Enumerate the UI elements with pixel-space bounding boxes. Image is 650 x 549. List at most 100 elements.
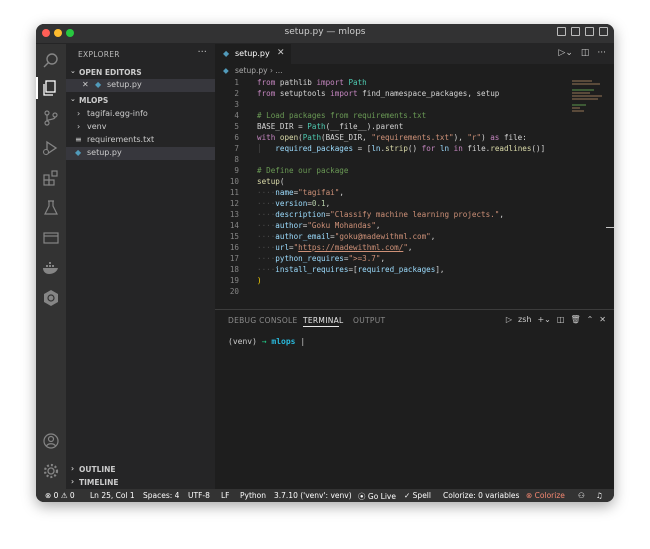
- code-line: 19 ): [229, 276, 262, 285]
- remote-explorer-icon[interactable]: [42, 229, 60, 247]
- window-title: setup.py — mlops: [284, 27, 366, 37]
- python-interpreter[interactable]: 3.7.10 ('venv': venv): [274, 491, 352, 500]
- colorize-variables[interactable]: Colorize: 0 variables: [443, 491, 519, 500]
- code-line: 2 from setuptools import find_namespace_…: [234, 89, 500, 98]
- maximize-panel-icon[interactable]: ⌃: [587, 315, 594, 324]
- code-line: 16 ····url="https://madewithml.com/",: [229, 243, 413, 252]
- code-line: 18 ····install_requires=[required_packag…: [229, 265, 445, 274]
- close-editor-icon[interactable]: ✕: [82, 80, 89, 89]
- close-tab-icon[interactable]: ✕: [277, 48, 285, 58]
- timeline-section[interactable]: › TIMELINE: [66, 476, 215, 489]
- run-debug-icon[interactable]: [42, 139, 60, 157]
- toggle-panel-icon[interactable]: [571, 27, 580, 36]
- text-file-icon: ≡: [75, 135, 82, 144]
- toggle-secondary-sidebar-icon[interactable]: [585, 27, 594, 36]
- code-line: 5 BASE_DIR = Path(__file__).parent: [234, 122, 404, 131]
- terminal-shell-icon[interactable]: ▷: [506, 315, 512, 324]
- code-line: 1 from pathlib import Path: [234, 78, 367, 87]
- code-line: 12 ····version=0.1,: [229, 199, 331, 208]
- problems-indicator[interactable]: ⊗ 0 ⚠ 0: [45, 491, 75, 500]
- tree-item-venv[interactable]: › venv: [66, 121, 215, 134]
- docker-icon[interactable]: [42, 259, 60, 277]
- more-actions-icon[interactable]: ···: [597, 48, 606, 58]
- spell-checker[interactable]: ✓ Spell: [404, 491, 431, 500]
- tree-item-requirements[interactable]: ≡ requirements.txt: [66, 134, 215, 147]
- terminal-shell-name[interactable]: zsh: [518, 315, 531, 324]
- prompt-arrow: →: [261, 337, 267, 346]
- editor-actions: ▷⌄ ◫ ···: [558, 48, 606, 58]
- tree-item-tagifai-egg-info[interactable]: › tagifai.egg-info: [66, 108, 215, 121]
- notifications-bell-icon[interactable]: ♫: [596, 491, 603, 500]
- trash-icon[interactable]: 🗑: [570, 315, 580, 324]
- feedback-icon[interactable]: ⚇: [578, 491, 585, 500]
- close-panel-icon[interactable]: ✕: [599, 315, 606, 324]
- new-terminal-icon[interactable]: +⌄: [537, 315, 550, 324]
- scrollbar-cursor-marker: [606, 227, 614, 228]
- code-line: 4 # Load packages from requirements.txt: [234, 111, 427, 120]
- editor-tab-bar: ◆ setup.py ✕ ▷⌄ ◫ ···: [215, 44, 614, 64]
- customize-layout-icon[interactable]: [599, 27, 608, 36]
- chevron-right-icon: ›: [71, 464, 75, 473]
- open-editors-section[interactable]: ⌄ OPEN EDITORS: [66, 66, 215, 79]
- code-line: 14 ····author="Goku Mohandas",: [229, 221, 381, 230]
- extensions-icon[interactable]: [42, 169, 60, 187]
- broadcast-icon: ⦿: [358, 492, 368, 501]
- code-editor[interactable]: 1 from pathlib import Path 2 from setupt…: [215, 78, 614, 309]
- chevron-down-icon: ⌄: [70, 67, 76, 75]
- split-editor-icon[interactable]: ◫: [581, 48, 590, 58]
- panel-actions: ▷ zsh +⌄ ◫ 🗑 ⌃ ✕: [506, 315, 606, 324]
- code-line: 3: [234, 100, 239, 109]
- manage-gear-icon[interactable]: [42, 462, 60, 480]
- code-line: 9 # Define our package: [234, 166, 349, 175]
- line-endings[interactable]: LF: [221, 491, 230, 500]
- split-terminal-icon[interactable]: ◫: [557, 315, 565, 324]
- layout-controls: [557, 27, 608, 36]
- outline-section[interactable]: › OUTLINE: [66, 463, 215, 476]
- code-line: 11 ····name="tagifai",: [229, 188, 344, 197]
- tab-setup-py[interactable]: ◆ setup.py ✕: [215, 44, 291, 64]
- terminal-cursor: |: [300, 337, 306, 346]
- code-line: 17 ····python_requires=">=3.7",: [229, 254, 386, 263]
- code-line: 15 ····author_email="goku@madewithml.com…: [229, 232, 436, 241]
- mlops-folder-section[interactable]: ⌄ MLOPS: [66, 94, 215, 107]
- cursor-position[interactable]: Ln 25, Col 1: [90, 491, 135, 500]
- testing-flask-icon[interactable]: [42, 199, 60, 217]
- python-file-icon: ◆: [223, 49, 230, 58]
- indentation[interactable]: Spaces: 4: [143, 491, 179, 500]
- language-mode[interactable]: Python: [240, 491, 266, 500]
- tab-output[interactable]: OUTPUT: [353, 316, 385, 325]
- code-line: 10 setup(: [229, 177, 285, 186]
- tab-debug-console[interactable]: DEBUG CONSOLE: [228, 316, 298, 325]
- python-file-icon: ◆: [75, 148, 82, 157]
- go-live-button[interactable]: ⦿ Go Live: [358, 491, 396, 502]
- breadcrumb[interactable]: ◆ setup.py › ...: [215, 64, 614, 78]
- accounts-icon[interactable]: [42, 432, 60, 450]
- tree-item-setup-py[interactable]: ◆ setup.py: [66, 147, 215, 160]
- status-bar: ⊗ 0 ⚠ 0 Ln 25, Col 1 Spaces: 4 UTF-8 LF …: [36, 489, 614, 502]
- tab-terminal[interactable]: TERMINAL: [303, 316, 344, 325]
- bottom-panel: DEBUG CONSOLE TERMINAL OUTPUT ▷ zsh +⌄ ◫…: [215, 309, 614, 490]
- code-line: 8: [234, 155, 239, 164]
- search-icon[interactable]: [42, 52, 60, 70]
- url-link[interactable]: https://madewithml.com/: [298, 243, 403, 252]
- explorer-sidebar: EXPLORER ··· ⌄ OPEN EDITORS ✕ ◆ setup.py…: [66, 44, 215, 489]
- source-control-icon[interactable]: [42, 109, 60, 127]
- explorer-more-actions[interactable]: ···: [197, 47, 207, 58]
- chevron-right-icon: ›: [71, 477, 75, 486]
- explorer-files-icon[interactable]: [42, 79, 60, 97]
- python-file-icon: ◆: [95, 80, 102, 89]
- code-line: 20: [229, 287, 239, 296]
- toggle-sidebar-icon[interactable]: [557, 27, 566, 36]
- terminal-output[interactable]: (venv) → mlops |: [228, 337, 305, 346]
- encoding[interactable]: UTF-8: [188, 491, 210, 500]
- chevron-right-icon: ›: [77, 109, 81, 118]
- open-editor-item[interactable]: ✕ ◆ setup.py: [66, 79, 215, 92]
- colorize-button[interactable]: ⊗ Colorize: [526, 491, 565, 500]
- title-bar: setup.py — mlops: [36, 24, 614, 44]
- code-line: 6 with open(Path(BASE_DIR, "requirements…: [234, 133, 527, 142]
- active-view-indicator: [36, 77, 38, 99]
- activity-bar: 1: [36, 44, 66, 500]
- run-python-file-icon[interactable]: ▷⌄: [558, 48, 572, 58]
- kubernetes-icon[interactable]: [42, 289, 60, 307]
- explorer-title: EXPLORER: [78, 50, 120, 59]
